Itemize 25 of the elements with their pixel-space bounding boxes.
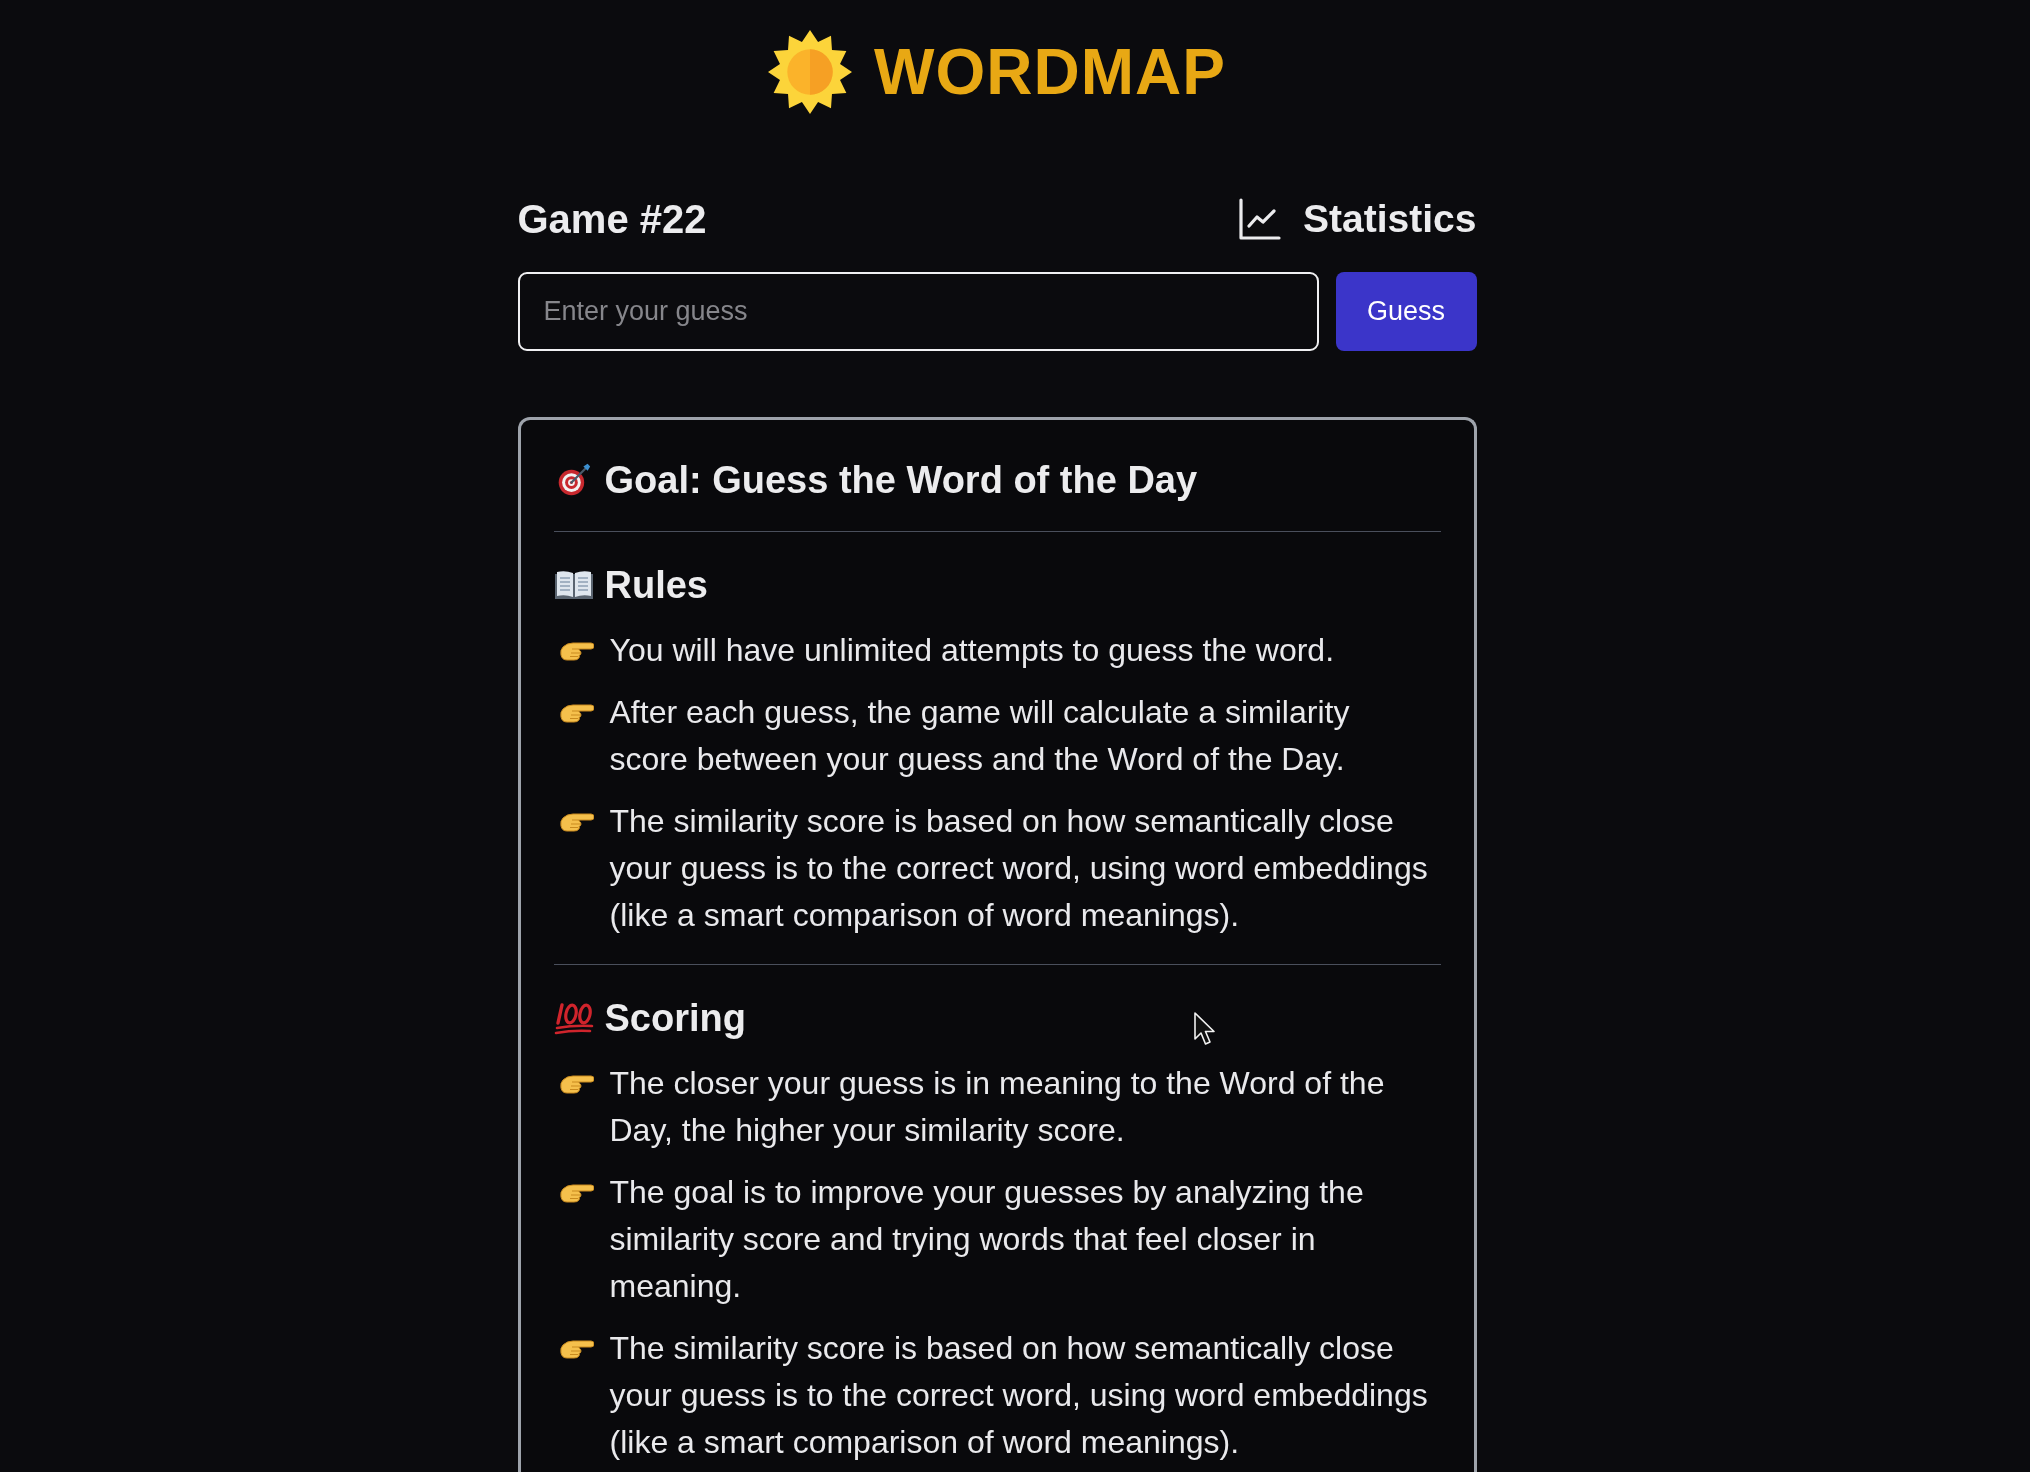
guess-button[interactable]: Guess	[1335, 272, 1477, 351]
pointing-hand-icon	[559, 639, 594, 661]
hundred-points-icon	[553, 1001, 594, 1035]
pointing-hand-icon	[559, 1337, 594, 1359]
rule-text: The similarity score is based on how semantically close your guess is to the correct word, using word embeddings (like a smart comparison of word meanings).	[609, 802, 1429, 935]
rule-text: The goal is to improve your guesses by analyzing the similarity score and trying words that feel closer in meaning.	[609, 1173, 1365, 1306]
game-number: Game #22	[517, 196, 707, 242]
sun-icon	[768, 30, 853, 114]
mouse-pointer-icon	[1194, 1012, 1216, 1046]
logo-title: WORDMAP	[874, 40, 1226, 104]
guess-input[interactable]: Enter your guess	[517, 272, 1319, 351]
rule-text: You will have unlimited attempts to guess the word.	[609, 631, 1335, 670]
rule-text: The closer your guess is in meaning to the Word of the Day, the higher your similarity score.	[609, 1064, 1386, 1150]
open-book-icon	[553, 568, 594, 602]
rule-text: The similarity score is based on how semantically close your guess is to the correct word, using word embeddings (like a smart comparison of word meanings).	[609, 1329, 1429, 1462]
section-heading: Scoring	[604, 996, 746, 1040]
line-chart-icon	[1239, 198, 1282, 240]
rule-text: After each guess, the game will calculate a similarity score between your guess and the Word of the Day.	[609, 693, 1351, 779]
pointing-hand-icon	[559, 1072, 594, 1094]
pointing-hand-icon	[559, 1181, 594, 1203]
pointing-hand-icon	[559, 701, 594, 723]
statistics-button[interactable]: Statistics	[1239, 197, 1477, 241]
pointing-hand-icon	[559, 810, 594, 832]
section-heading: Rules	[604, 563, 708, 607]
goal-heading: Goal: Guess the Word of the Day	[604, 458, 1198, 502]
